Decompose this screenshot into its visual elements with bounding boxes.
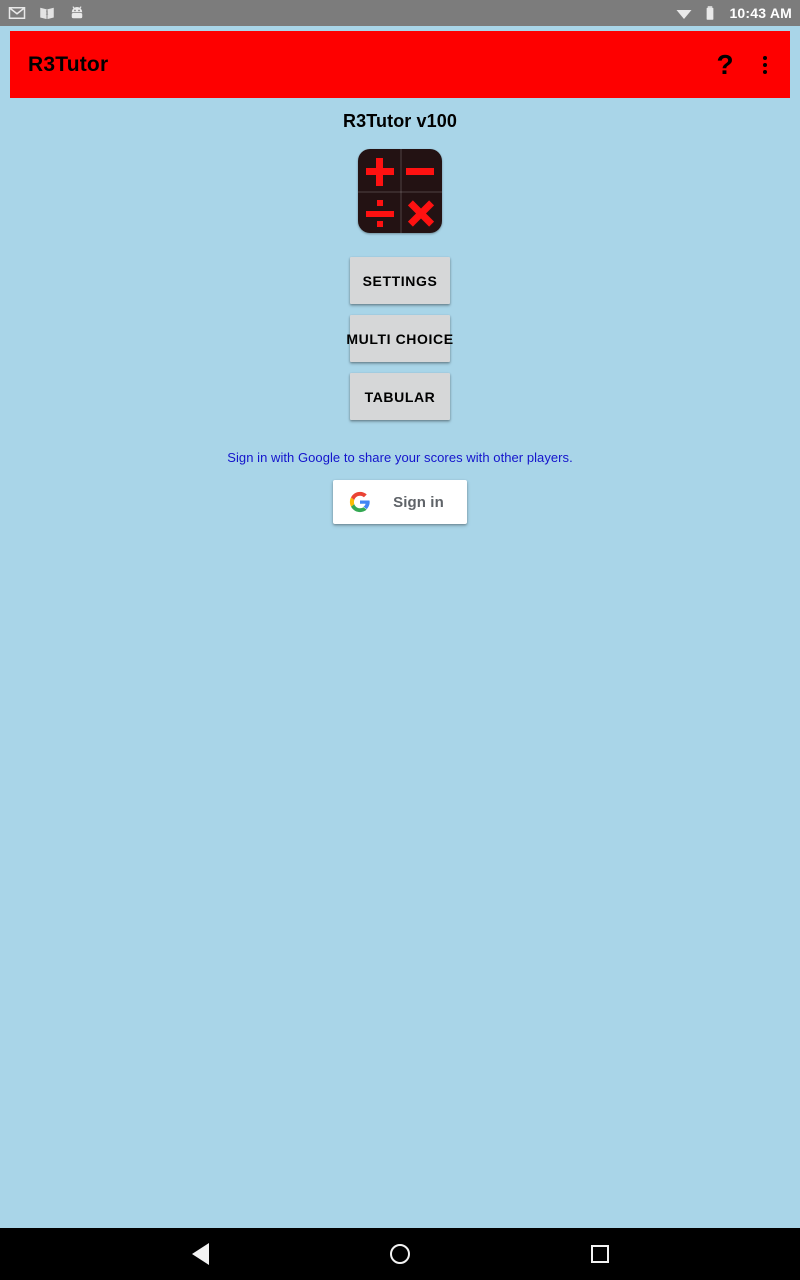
app-title: R3Tutor xyxy=(28,52,109,76)
android-nav-bar xyxy=(0,1228,800,1280)
calculator-symbols-icon xyxy=(358,149,442,233)
menu-buttons: SETTINGS MULTI CHOICE TABULAR xyxy=(346,257,453,420)
recents-square-icon xyxy=(591,1245,609,1263)
help-icon[interactable]: ? xyxy=(714,50,736,79)
tabular-button[interactable]: TABULAR xyxy=(350,373,450,420)
android-robot-icon xyxy=(71,6,83,19)
status-bar-notifications: 1 xyxy=(8,4,86,22)
overflow-dot xyxy=(763,55,767,60)
svg-text:1: 1 xyxy=(46,11,49,17)
app-bar-container: R3Tutor ? xyxy=(0,26,800,98)
main-content: R3Tutor v100 SETTINGS MULTI CHOICE TABUL… xyxy=(0,98,800,1228)
version-title: R3Tutor v100 xyxy=(343,111,457,131)
google-g-icon xyxy=(350,491,370,513)
overflow-dot xyxy=(763,62,767,67)
back-triangle-icon xyxy=(191,1243,209,1265)
divide-icon xyxy=(366,211,394,217)
google-sign-in-button[interactable]: Sign in xyxy=(333,480,467,524)
nav-recents-button[interactable] xyxy=(576,1230,624,1278)
status-bar: 1 10:43 AM xyxy=(0,0,800,26)
book-icon: 1 xyxy=(40,7,54,19)
status-bar-system: 10:43 AM xyxy=(675,4,792,22)
icon-grid-horizontal xyxy=(358,191,442,193)
overflow-menu-icon[interactable] xyxy=(754,51,776,79)
minus-icon xyxy=(406,168,434,175)
nav-back-button[interactable] xyxy=(176,1230,224,1278)
gmail-icon xyxy=(8,7,26,19)
divide-icon xyxy=(377,221,383,227)
wifi-icon xyxy=(676,10,692,19)
nav-home-button[interactable] xyxy=(376,1230,424,1278)
home-circle-icon xyxy=(390,1244,410,1264)
plus-icon xyxy=(376,158,383,186)
google-sign-in-label: Sign in xyxy=(393,493,444,511)
overflow-dot xyxy=(763,69,767,74)
settings-button[interactable]: SETTINGS xyxy=(350,257,450,304)
battery-icon xyxy=(707,6,714,20)
app-bar-actions: ? xyxy=(714,50,776,79)
status-bar-clock: 10:43 AM xyxy=(729,5,792,21)
divide-icon xyxy=(377,200,383,206)
signin-hint: Sign in with Google to share your scores… xyxy=(227,450,573,465)
app-bar: R3Tutor ? xyxy=(10,31,790,98)
android-screen: 1 10:43 AM R3Tutor ? R3Tutor v100 SETTIN… xyxy=(0,0,800,1280)
multi-choice-button[interactable]: MULTI CHOICE xyxy=(346,315,453,362)
